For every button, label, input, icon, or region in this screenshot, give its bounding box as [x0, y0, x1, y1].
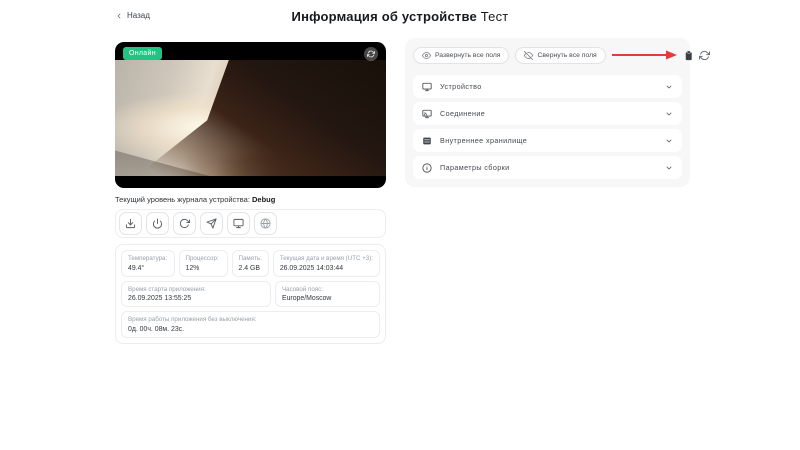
- panel-toolbar: Развернуть все поля Свернуть все поля: [413, 46, 710, 64]
- log-level-line: Текущий уровень журнала устройства: Debu…: [115, 195, 276, 204]
- display-icon: [422, 82, 432, 92]
- info-icon: [422, 162, 432, 173]
- device-actions-toolbar: [115, 209, 386, 238]
- globe-button[interactable]: [254, 212, 277, 235]
- copy-icon: [683, 50, 694, 61]
- section-label: Параметры сборки: [440, 163, 510, 172]
- section-label: Внутреннее хранилище: [440, 136, 528, 145]
- stat-uptime: Время работы приложения без выключения: …: [121, 311, 380, 338]
- power-button[interactable]: [146, 212, 169, 235]
- accordion-sections: Устройство Соединение Внутреннее хранили…: [413, 75, 682, 179]
- restart-button[interactable]: [173, 212, 196, 235]
- section-internal-storage[interactable]: Внутреннее хранилище: [413, 129, 682, 152]
- camera-frame: [115, 60, 386, 176]
- video-refresh-button[interactable]: [364, 47, 378, 61]
- send-icon: [206, 218, 217, 229]
- eye-off-icon: [524, 50, 534, 60]
- device-fields-panel: Развернуть все поля Свернуть все поля Ус…: [405, 38, 710, 187]
- stat-timezone: Часовой пояс: Europe/Moscow: [275, 280, 380, 307]
- stats-row-2: Время старта приложения: 26.09.2025 13:5…: [121, 280, 380, 307]
- display-button[interactable]: [227, 212, 250, 235]
- chevron-down-icon: [665, 164, 673, 172]
- stat-temperature: Температура: 49.4°: [121, 250, 175, 277]
- download-icon: [125, 218, 136, 229]
- section-build-parameters[interactable]: Параметры сборки: [413, 156, 682, 179]
- chevron-left-icon: [115, 12, 123, 20]
- send-button[interactable]: [200, 212, 223, 235]
- device-preview-column: Онлайн Текущий уровень журнала устройств…: [115, 42, 386, 344]
- stat-cpu: Процессор: 12%: [178, 250, 228, 277]
- chevron-down-icon: [665, 110, 673, 118]
- collapse-all-label: Свернуть все поля: [537, 51, 597, 59]
- panel-toolbar-right: [611, 50, 710, 61]
- status-badge: Онлайн: [123, 47, 162, 60]
- device-stats-card: Температура: 49.4° Процессор: 12% Память…: [115, 244, 386, 344]
- refresh-icon: [367, 50, 375, 58]
- chevron-down-icon: [665, 137, 673, 145]
- stat-start-time: Время старта приложения: 26.09.2025 13:5…: [121, 280, 271, 307]
- annotation-arrow: [611, 50, 678, 60]
- storage-icon: [422, 136, 432, 146]
- log-level-value: Debug: [252, 195, 276, 204]
- section-label: Соединение: [440, 109, 486, 118]
- chevron-down-icon: [665, 83, 673, 91]
- section-device[interactable]: Устройство: [413, 75, 682, 98]
- refresh-icon: [698, 50, 710, 61]
- collapse-all-button[interactable]: Свернуть все поля: [515, 46, 606, 64]
- connection-icon: [422, 109, 432, 119]
- back-button[interactable]: Назад: [115, 11, 150, 20]
- video-preview: Онлайн: [115, 42, 386, 188]
- display-icon: [233, 218, 244, 229]
- back-label: Назад: [127, 11, 150, 20]
- expand-all-label: Развернуть все поля: [435, 51, 501, 59]
- stat-memory: Память: 2.4 GB: [231, 250, 269, 277]
- expand-all-button[interactable]: Развернуть все поля: [413, 46, 510, 64]
- mountain-ridge: [136, 60, 386, 176]
- stats-row-1: Температура: 49.4° Процессор: 12% Память…: [121, 250, 380, 277]
- eye-icon: [422, 51, 431, 60]
- stats-row-3: Время работы приложения без выключения: …: [121, 311, 380, 338]
- copy-all-button[interactable]: [683, 50, 694, 61]
- globe-icon: [260, 218, 271, 229]
- section-connection[interactable]: Соединение: [413, 102, 682, 125]
- power-icon: [152, 218, 163, 229]
- refresh-fields-button[interactable]: [698, 50, 710, 61]
- download-logs-button[interactable]: [119, 212, 142, 235]
- section-label: Устройство: [440, 82, 482, 91]
- stat-current-datetime: Текущая дата и время (UTC +3): 26.09.202…: [272, 250, 380, 277]
- restart-icon: [179, 218, 190, 229]
